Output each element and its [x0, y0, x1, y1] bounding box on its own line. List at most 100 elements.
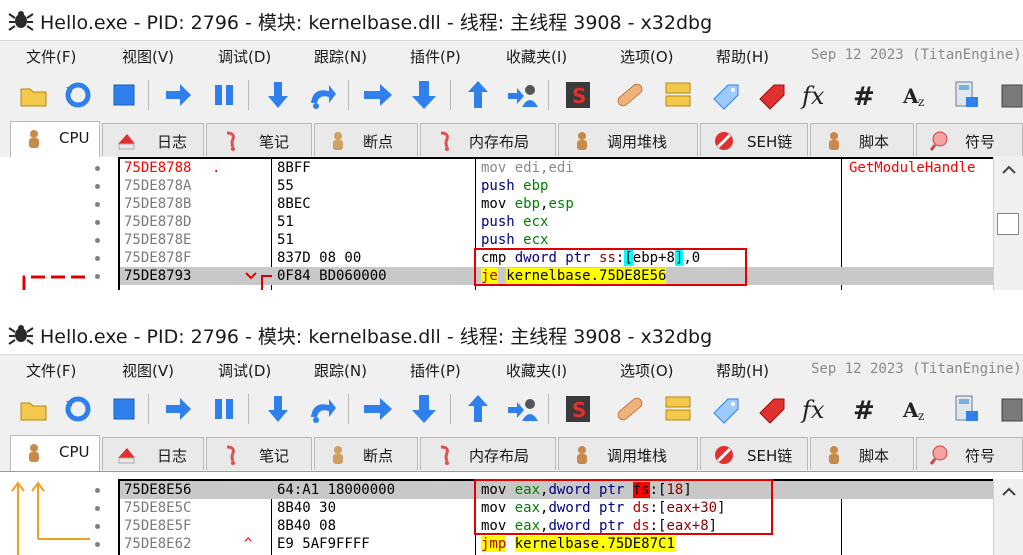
- disasm-row[interactable]: 75DE8788 . 8BFF mov edi,edi GetModuleHan…: [0, 159, 1023, 177]
- tab-label: SEH链: [747, 447, 793, 465]
- vertical-scrollbar[interactable]: [993, 479, 1023, 555]
- tab-script[interactable]: 脚本: [810, 123, 914, 156]
- tab-log[interactable]: 日志: [102, 123, 204, 156]
- comments-icon[interactable]: [662, 79, 694, 111]
- disasm-row[interactable]: 75DE878E 51 push ecx: [0, 231, 1023, 249]
- comments-icon[interactable]: [662, 393, 694, 425]
- labels-icon[interactable]: [710, 393, 742, 425]
- stop-icon[interactable]: [108, 393, 140, 425]
- tab-call-stack[interactable]: 调用堆栈: [558, 123, 698, 156]
- run-icon[interactable]: [162, 79, 194, 111]
- chevron-up-icon[interactable]: [998, 481, 1020, 503]
- trace-into-icon[interactable]: [362, 79, 394, 111]
- menu-options[interactable]: 选项(O): [620, 46, 674, 67]
- disasm-row[interactable]: 75DE8E62 ^ E9 5AF9FFFF jmp kernelbase.75…: [0, 535, 1023, 553]
- annotation-box: [474, 248, 747, 286]
- toolbar-separator: [348, 80, 349, 110]
- tab-notes[interactable]: 笔记: [206, 123, 312, 156]
- menu-favourites[interactable]: 收藏夹(I): [506, 360, 567, 381]
- tab-memory-map[interactable]: 内存布局: [420, 437, 556, 470]
- run-to-user-code-icon[interactable]: [506, 79, 538, 111]
- run-icon[interactable]: [162, 393, 194, 425]
- script-icon: [829, 132, 839, 150]
- run-to-user-code-icon[interactable]: [506, 393, 538, 425]
- scylla-icon[interactable]: S: [562, 393, 594, 425]
- menu-trace[interactable]: 跟踪(N): [314, 360, 367, 381]
- tab-log[interactable]: 日志: [102, 437, 204, 470]
- menu-view[interactable]: 视图(V): [122, 46, 174, 67]
- menu-trace[interactable]: 跟踪(N): [314, 46, 367, 67]
- address-cell: 75DE878B: [124, 196, 192, 212]
- bookmarks-icon[interactable]: [756, 79, 788, 111]
- menu-plugins[interactable]: 插件(P): [410, 360, 461, 381]
- pause-icon[interactable]: [208, 393, 240, 425]
- open-icon[interactable]: [18, 393, 50, 425]
- trace-over-icon[interactable]: [408, 393, 440, 425]
- tab-symbols[interactable]: 符号: [916, 123, 1023, 156]
- x32dbg-window-bottom: Hello.exe - PID: 2796 - 模块: kernelbase.d…: [0, 314, 1023, 555]
- execute-till-return-icon[interactable]: [462, 393, 494, 425]
- menu-file[interactable]: 文件(F): [26, 360, 76, 381]
- patch-icon[interactable]: [614, 393, 646, 425]
- tab-notes[interactable]: 笔记: [206, 437, 312, 470]
- menu-view[interactable]: 视图(V): [122, 360, 174, 381]
- execute-till-return-icon[interactable]: [462, 79, 494, 111]
- tab-cpu[interactable]: CPU: [10, 121, 100, 157]
- tab-script[interactable]: 脚本: [810, 437, 914, 470]
- pause-icon[interactable]: [208, 79, 240, 111]
- restart-icon[interactable]: [62, 393, 94, 425]
- open-icon[interactable]: [18, 79, 50, 111]
- scylla-icon[interactable]: S: [562, 79, 594, 111]
- bytes-cell: 0F84 BD060000: [277, 268, 387, 284]
- font-icon[interactable]: Az: [900, 79, 932, 111]
- step-into-icon[interactable]: [262, 79, 294, 111]
- instruction-cell: push ebp: [481, 178, 549, 194]
- functions-icon[interactable]: fx: [800, 393, 832, 425]
- tab-seh-chain[interactable]: SEH链: [700, 123, 808, 156]
- tab-symbols[interactable]: 符号: [916, 437, 1023, 470]
- disasm-row[interactable]: 75DE878D 51 push ecx: [0, 213, 1023, 231]
- toolbar-separator: [148, 394, 149, 424]
- stop-icon[interactable]: [108, 79, 140, 111]
- tab-breakpoints[interactable]: 断点: [314, 437, 418, 470]
- labels-icon[interactable]: [710, 79, 742, 111]
- tab-cpu[interactable]: CPU: [10, 435, 100, 471]
- step-over-icon[interactable]: [306, 79, 338, 111]
- symbols-icon: [929, 445, 948, 465]
- restart-icon[interactable]: [62, 79, 94, 111]
- menu-options[interactable]: 选项(O): [620, 360, 674, 381]
- hash-icon[interactable]: #: [848, 79, 880, 111]
- disasm-row[interactable]: 75DE878A 55 push ebp: [0, 177, 1023, 195]
- tab-memory-map[interactable]: 内存布局: [420, 123, 556, 156]
- menu-file[interactable]: 文件(F): [26, 46, 76, 67]
- calculator-icon[interactable]: [950, 79, 982, 111]
- keyboard-icon[interactable]: [1000, 393, 1023, 425]
- tab-breakpoints[interactable]: 断点: [314, 123, 418, 156]
- chevron-up-icon[interactable]: [998, 159, 1020, 181]
- menu-help[interactable]: 帮助(H): [716, 360, 769, 381]
- patch-icon[interactable]: [614, 79, 646, 111]
- toolbar-separator: [450, 394, 451, 424]
- menu-favourites[interactable]: 收藏夹(I): [506, 46, 567, 67]
- vertical-scrollbar[interactable]: [993, 157, 1023, 290]
- menu-debug[interactable]: 调试(D): [218, 360, 271, 381]
- disassembly-view[interactable]: 75DE8E56 64:A1 18000000 mov eax,dword pt…: [0, 479, 1023, 555]
- functions-icon[interactable]: fx: [800, 79, 832, 111]
- calculator-icon[interactable]: [950, 393, 982, 425]
- menu-plugins[interactable]: 插件(P): [410, 46, 461, 67]
- bookmarks-icon[interactable]: [756, 393, 788, 425]
- font-icon[interactable]: Az: [900, 393, 932, 425]
- menu-debug[interactable]: 调试(D): [218, 46, 271, 67]
- tab-seh-chain[interactable]: SEH链: [700, 437, 808, 470]
- disassembly-view[interactable]: 75DE8788 . 8BFF mov edi,edi GetModuleHan…: [0, 157, 1023, 290]
- step-over-icon[interactable]: [306, 393, 338, 425]
- trace-into-icon[interactable]: [362, 393, 394, 425]
- keyboard-icon[interactable]: [1000, 79, 1023, 111]
- trace-over-icon[interactable]: [408, 79, 440, 111]
- menu-help[interactable]: 帮助(H): [716, 46, 769, 67]
- step-into-icon[interactable]: [262, 393, 294, 425]
- tab-call-stack[interactable]: 调用堆栈: [558, 437, 698, 470]
- scrollbar-thumb[interactable]: [997, 213, 1019, 235]
- hash-icon[interactable]: #: [848, 393, 880, 425]
- disasm-row[interactable]: 75DE878B 8BEC mov ebp,esp: [0, 195, 1023, 213]
